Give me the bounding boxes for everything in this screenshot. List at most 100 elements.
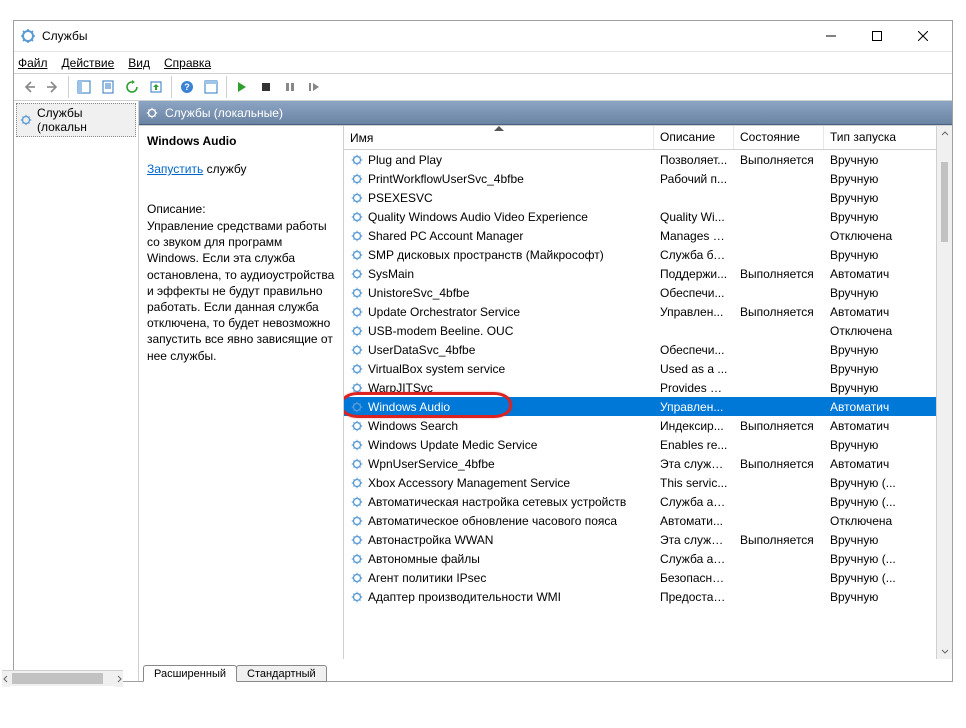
service-row[interactable]: VirtualBox system serviceUsed as a ...Вр… [344,359,952,378]
service-row[interactable]: Update Orchestrator ServiceУправлен...Вы… [344,302,952,321]
scroll-up-button[interactable] [937,126,952,142]
service-row[interactable]: Автоматическое обновление часового пояса… [344,511,952,530]
service-row[interactable]: Windows Update Medic ServiceEnables re..… [344,435,952,454]
service-name: UnistoreSvc_4bfbe [368,286,469,300]
gear-icon [350,324,364,338]
service-name: Агент политики IPsec [368,571,486,585]
window-frame: Службы Файл Действие Вид Справка ? [13,20,953,682]
refresh-button[interactable] [121,76,143,98]
service-row[interactable]: Автономные файлыСлужба ав...Вручную (... [344,549,952,568]
gear-icon [350,571,364,585]
maximize-button[interactable] [854,21,900,51]
service-name: Адаптер производительности WMI [368,590,561,604]
pause-service-button[interactable] [279,76,301,98]
gear-icon [350,267,364,281]
gear-icon [350,533,364,547]
service-name: Quality Windows Audio Video Experience [368,210,588,224]
scroll-right-button[interactable] [115,671,123,687]
export-button[interactable] [145,76,167,98]
service-row[interactable]: SysMainПоддержи...ВыполняетсяАвтоматич [344,264,952,283]
gear-icon [350,457,364,471]
nav-label: Службы (локальн [37,106,133,134]
service-row[interactable]: Quality Windows Audio Video ExperienceQu… [344,207,952,226]
service-row[interactable]: Агент политики IPsecБезопасно...Вручную … [344,568,952,587]
minimize-button[interactable] [808,21,854,51]
gear-icon [350,381,364,395]
titlebar[interactable]: Службы [14,21,952,51]
service-row[interactable]: Адаптер производительности WMI Предостав.… [344,587,952,606]
detail-pane: Windows Audio Запустить службу Описание:… [139,126,344,659]
service-row[interactable]: Автонастройка WWANЭта служб...Выполняетс… [344,530,952,549]
service-row[interactable]: Plug and PlayПозволяет...ВыполняетсяВруч… [344,150,952,169]
service-start: Вручную [824,191,952,205]
service-state: Выполняется [734,533,824,547]
service-name: SysMain [368,267,414,281]
properties-button[interactable] [97,76,119,98]
view-tabs: Расширенный Стандартный [139,659,952,681]
tab-extended[interactable]: Расширенный [143,665,237,682]
column-description[interactable]: Описание [654,126,734,149]
service-name: Автоматическая настройка сетевых устройс… [368,495,626,509]
service-name: Shared PC Account Manager [368,229,523,243]
column-startup[interactable]: Тип запуска [824,126,952,149]
nav-scrollbar-h[interactable] [10,671,115,686]
restart-service-button[interactable] [303,76,325,98]
start-service-button[interactable] [231,76,253,98]
help-button[interactable]: ? [176,76,198,98]
service-desc: Автомати... [654,514,734,528]
service-desc: Used as a ... [654,362,734,376]
service-row[interactable]: WpnUserService_4bfbeЭта служб...Выполняе… [344,454,952,473]
forward-button[interactable] [42,76,64,98]
service-start: Отключена [824,324,952,338]
service-row[interactable]: PrintWorkflowUserSvc_4bfbeРабочий п...Вр… [344,169,952,188]
column-name[interactable]: Имя [344,126,654,149]
service-row[interactable]: Windows AudioУправлен...Автоматич [344,397,952,416]
gear-icon [350,286,364,300]
service-row[interactable]: WarpJITSvcProvides a ...Вручную [344,378,952,397]
list-scrollbar-v[interactable] [936,126,952,659]
service-start: Вручную [824,343,952,357]
service-desc: Enables re... [654,438,734,452]
scroll-left-button[interactable] [2,671,10,687]
service-row[interactable]: SMP дисковых пространств (Майкрософт)Слу… [344,245,952,264]
close-button[interactable] [900,21,946,51]
service-desc: Обеспечи... [654,286,734,300]
back-button[interactable] [18,76,40,98]
service-row[interactable]: UnistoreSvc_4bfbe Обеспечи... Вручную [344,283,952,302]
service-start: Вручную [824,172,952,186]
service-desc: Индексир... [654,419,734,433]
service-start: Вручную [824,210,952,224]
service-row[interactable]: Shared PC Account ManagerManages p...Отк… [344,226,952,245]
show-hide-tree-button[interactable] [73,76,95,98]
service-desc: Эта служб... [654,533,734,547]
scroll-down-button[interactable] [937,643,952,659]
service-desc: Обеспечи... [654,343,734,357]
gear-icon [350,343,364,357]
column-state[interactable]: Состояние [734,126,824,149]
service-desc: Предостав... [654,590,734,604]
stop-service-button[interactable] [255,76,277,98]
services-icon [20,28,36,44]
service-row[interactable]: USB-modem Beeline. OUCОтключена [344,321,952,340]
service-row[interactable]: Автоматическая настройка сетевых устройс… [344,492,952,511]
gear-icon [350,495,364,509]
menu-help[interactable]: Справка [164,56,211,70]
nav-services-local[interactable]: Службы (локальн [16,103,136,137]
service-row[interactable]: PSEXESVCВручную [344,188,952,207]
tab-standard[interactable]: Стандартный [236,665,327,682]
window-title: Службы [42,29,808,43]
service-row[interactable]: Windows SearchИндексир...ВыполняетсяАвто… [344,416,952,435]
menu-view[interactable]: Вид [128,56,150,70]
service-row[interactable]: UserDataSvc_4bfbeОбеспечи...Вручную [344,340,952,359]
service-start: Вручную [824,286,952,300]
service-row[interactable]: Xbox Accessory Management ServiceThis se… [344,473,952,492]
start-service-link[interactable]: Запустить [147,162,203,176]
service-state: Выполняется [734,457,824,471]
menu-action[interactable]: Действие [62,56,115,70]
view-button[interactable] [200,76,222,98]
service-start: Вручную [824,362,952,376]
gear-icon [350,419,364,433]
toolbar: ? [14,73,952,101]
service-name: Автоматическое обновление часового пояса [368,514,617,528]
menu-file[interactable]: Файл [18,56,48,70]
